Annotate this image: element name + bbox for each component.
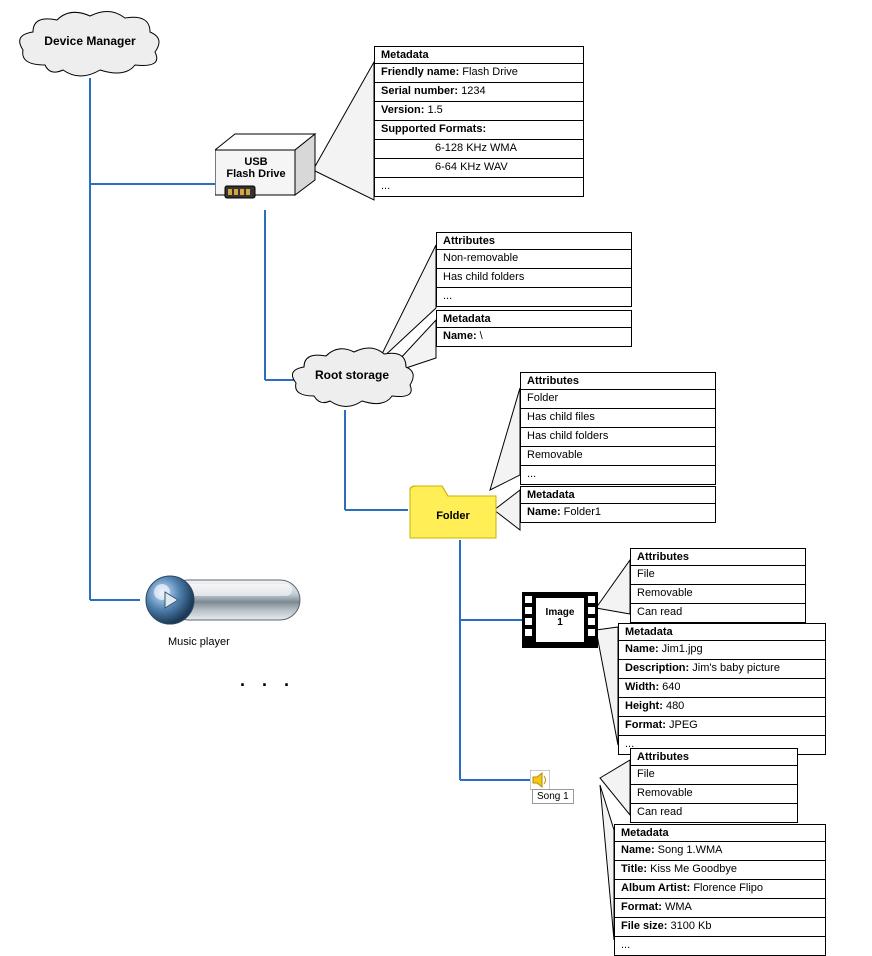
box-row: Can read	[631, 804, 797, 822]
image-attributes-box: Attributes FileRemovableCan read	[630, 548, 806, 623]
box-row: Name: Jim1.jpg	[619, 641, 825, 660]
box-row: Title: Kiss Me Goodbye	[615, 861, 825, 880]
image-metadata-rows: Name: Jim1.jpgDescription: Jim's baby pi…	[619, 641, 825, 754]
image-label-2: 1	[557, 617, 563, 628]
folder-label: Folder	[408, 510, 498, 522]
box-row: Removable	[631, 585, 805, 604]
box-row: Name: Song 1.WMA	[615, 842, 825, 861]
root-attributes-box: Attributes Non-removableHas child folder…	[436, 232, 632, 307]
image-node: Image 1	[522, 592, 598, 648]
root-storage-node: Root storage	[288, 346, 418, 412]
usb-metadata-rows: Friendly name: Flash DriveSerial number:…	[375, 64, 583, 196]
usb-drive-node: USB Flash Drive	[215, 130, 325, 210]
box-row: Name: \	[437, 328, 631, 346]
image-attributes-rows: FileRemovableCan read	[631, 566, 805, 622]
box-row: File	[631, 766, 797, 785]
box-row: Folder	[521, 390, 715, 409]
folder-attributes-box: Attributes FolderHas child filesHas chil…	[520, 372, 716, 485]
box-row: File	[631, 566, 805, 585]
folder-metadata-rows: Name: Folder1	[521, 504, 715, 522]
box-row: Has child files	[521, 409, 715, 428]
device-manager-label: Device Manager	[15, 34, 165, 48]
box-row: Can read	[631, 604, 805, 622]
box-row: Has child folders	[437, 269, 631, 288]
root-metadata-box: Metadata Name: \	[436, 310, 632, 347]
folder-metadata-box: Metadata Name: Folder1	[520, 486, 716, 523]
box-row: 6-64 KHz WAV	[375, 159, 583, 178]
folder-node: Folder	[408, 478, 498, 540]
image-metadata-header: Metadata	[619, 624, 825, 641]
root-storage-label: Root storage	[288, 368, 416, 382]
box-row: Version: 1.5	[375, 102, 583, 121]
box-row: File size: 3100 Kb	[615, 918, 825, 937]
box-row: ...	[375, 178, 583, 196]
folder-metadata-header: Metadata	[521, 487, 715, 504]
root-metadata-header: Metadata	[437, 311, 631, 328]
music-player-node	[140, 570, 310, 640]
song-attributes-box: Attributes FileRemovableCan read	[630, 748, 798, 823]
usb-metadata-header: Metadata	[375, 47, 583, 64]
ellipsis-label: . . .	[240, 670, 295, 691]
box-row: Width: 640	[619, 679, 825, 698]
box-row: ...	[615, 937, 825, 955]
box-row: Height: 480	[619, 698, 825, 717]
usb-label-1: USB	[244, 156, 267, 168]
root-attributes-rows: Non-removableHas child folders...	[437, 250, 631, 306]
device-manager-node: Device Manager	[15, 10, 165, 80]
song-node: Song 1	[530, 770, 610, 792]
box-row: Name: Folder1	[521, 504, 715, 522]
image-metadata-box: Metadata Name: Jim1.jpgDescription: Jim'…	[618, 623, 826, 755]
box-row: Format: WMA	[615, 899, 825, 918]
box-row: Format: JPEG	[619, 717, 825, 736]
usb-label-2: Flash Drive	[226, 168, 285, 180]
song-attributes-header: Attributes	[631, 749, 797, 766]
box-row: ...	[521, 466, 715, 484]
box-row: 6-128 KHz WMA	[375, 140, 583, 159]
song-label: Song 1	[532, 789, 574, 804]
folder-attributes-header: Attributes	[521, 373, 715, 390]
box-row: Friendly name: Flash Drive	[375, 64, 583, 83]
usb-metadata-box: Metadata Friendly name: Flash DriveSeria…	[374, 46, 584, 197]
music-player-label: Music player	[168, 636, 230, 648]
root-metadata-rows: Name: \	[437, 328, 631, 346]
song-metadata-box: Metadata Name: Song 1.WMATitle: Kiss Me …	[614, 824, 826, 956]
song-metadata-rows: Name: Song 1.WMATitle: Kiss Me GoodbyeAl…	[615, 842, 825, 955]
song-metadata-header: Metadata	[615, 825, 825, 842]
song-attributes-rows: FileRemovableCan read	[631, 766, 797, 822]
box-row: Supported Formats:	[375, 121, 583, 140]
box-row: Removable	[521, 447, 715, 466]
box-row: Removable	[631, 785, 797, 804]
image-attributes-header: Attributes	[631, 549, 805, 566]
box-row: Serial number: 1234	[375, 83, 583, 102]
box-row: ...	[437, 288, 631, 306]
folder-attributes-rows: FolderHas child filesHas child foldersRe…	[521, 390, 715, 484]
box-row: Description: Jim's baby picture	[619, 660, 825, 679]
box-row: Has child folders	[521, 428, 715, 447]
box-row: Album Artist: Florence Flipo	[615, 880, 825, 899]
box-row: Non-removable	[437, 250, 631, 269]
root-attributes-header: Attributes	[437, 233, 631, 250]
